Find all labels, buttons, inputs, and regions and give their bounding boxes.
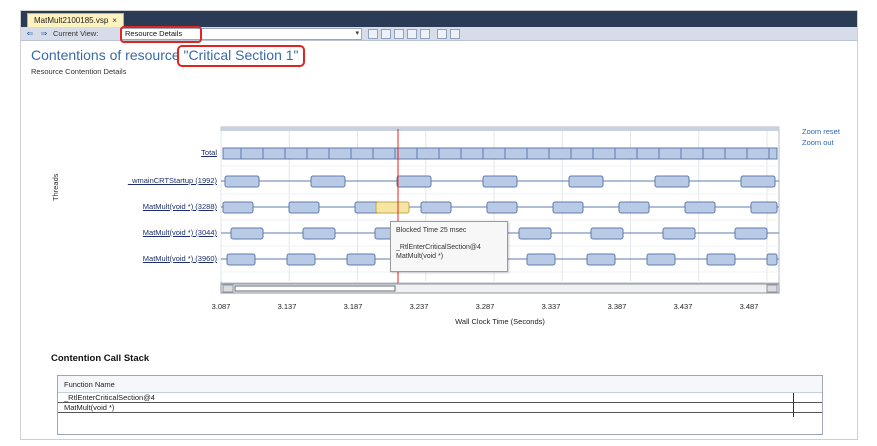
tooltip-blocked-time: Blocked Time 25 msec xyxy=(396,227,467,234)
thread-block xyxy=(310,175,346,188)
total-bar xyxy=(222,147,778,160)
thread-block xyxy=(420,201,452,214)
thread-block xyxy=(224,175,260,188)
thread-block xyxy=(396,175,432,188)
x-tick-label: 3.437 xyxy=(674,302,693,311)
table-row[interactable]: _RtlEnterCriticalSection@4 xyxy=(58,393,822,403)
x-tick-label: 3.237 xyxy=(410,302,429,311)
x-tick-label: 3.287 xyxy=(476,302,495,311)
thread-block xyxy=(618,201,650,214)
blocked-segment xyxy=(375,201,410,214)
thread-block xyxy=(586,253,616,266)
timeline-chart: 3.087 3.137 3.187 3.237 3.287 3.337 3.387 3.437… xyxy=(212,126,780,326)
thread-block xyxy=(766,253,778,266)
zoom-reset-link[interactable]: Zoom reset xyxy=(802,127,840,136)
thread-block xyxy=(740,175,776,188)
thread-block xyxy=(226,253,256,266)
thread-block xyxy=(346,253,376,266)
plot-header-strip xyxy=(221,127,779,131)
thread-block xyxy=(654,175,690,188)
thread-block xyxy=(750,201,778,214)
zoom-out-link[interactable]: Zoom out xyxy=(802,138,834,147)
x-tick-label: 3.087 xyxy=(212,302,231,311)
x-tick-label: 3.387 xyxy=(608,302,627,311)
report-window: MatMult2100185.vsp × ⇐ ⇒ Current View: R… xyxy=(20,10,858,440)
x-tick-label: 3.187 xyxy=(344,302,363,311)
thread-block xyxy=(590,227,624,240)
thread-block xyxy=(230,227,264,240)
thread-block xyxy=(526,253,556,266)
x-axis-label: Wall Clock Time (Seconds) xyxy=(455,317,545,326)
x-tick-label: 3.487 xyxy=(740,302,759,311)
thread-block xyxy=(482,175,518,188)
blocked-time-tooltip: Blocked Time 25 msec _RtlEnterCriticalSe… xyxy=(390,221,508,272)
column-divider xyxy=(793,393,794,417)
thread-block xyxy=(646,253,676,266)
thread-block xyxy=(552,201,584,214)
scroll-left-button xyxy=(222,284,234,293)
thread-block xyxy=(286,253,316,266)
thread-block xyxy=(222,201,254,214)
column-header-function-name[interactable]: Function Name xyxy=(58,376,822,393)
thread-block xyxy=(518,227,552,240)
thread-block xyxy=(706,253,736,266)
tooltip-function-2: MatMult(void *) xyxy=(396,253,444,260)
thread-block xyxy=(662,227,696,240)
call-stack-table: Function Name _RtlEnterCriticalSection@4… xyxy=(57,375,823,435)
x-tick-label: 3.337 xyxy=(542,302,561,311)
thread-block xyxy=(734,227,768,240)
call-stack-title: Contention Call Stack xyxy=(51,353,150,364)
thread-block xyxy=(684,201,716,214)
scroll-thumb xyxy=(234,285,396,292)
thread-block xyxy=(288,201,320,214)
thread-block xyxy=(486,201,518,214)
x-tick-label: 3.137 xyxy=(278,302,297,311)
thread-block xyxy=(568,175,604,188)
table-row[interactable]: MatMult(void *) xyxy=(58,403,822,413)
scroll-right-button xyxy=(766,284,778,293)
tooltip-function-1: _RtlEnterCriticalSection@4 xyxy=(396,244,481,251)
thread-block xyxy=(302,227,336,240)
